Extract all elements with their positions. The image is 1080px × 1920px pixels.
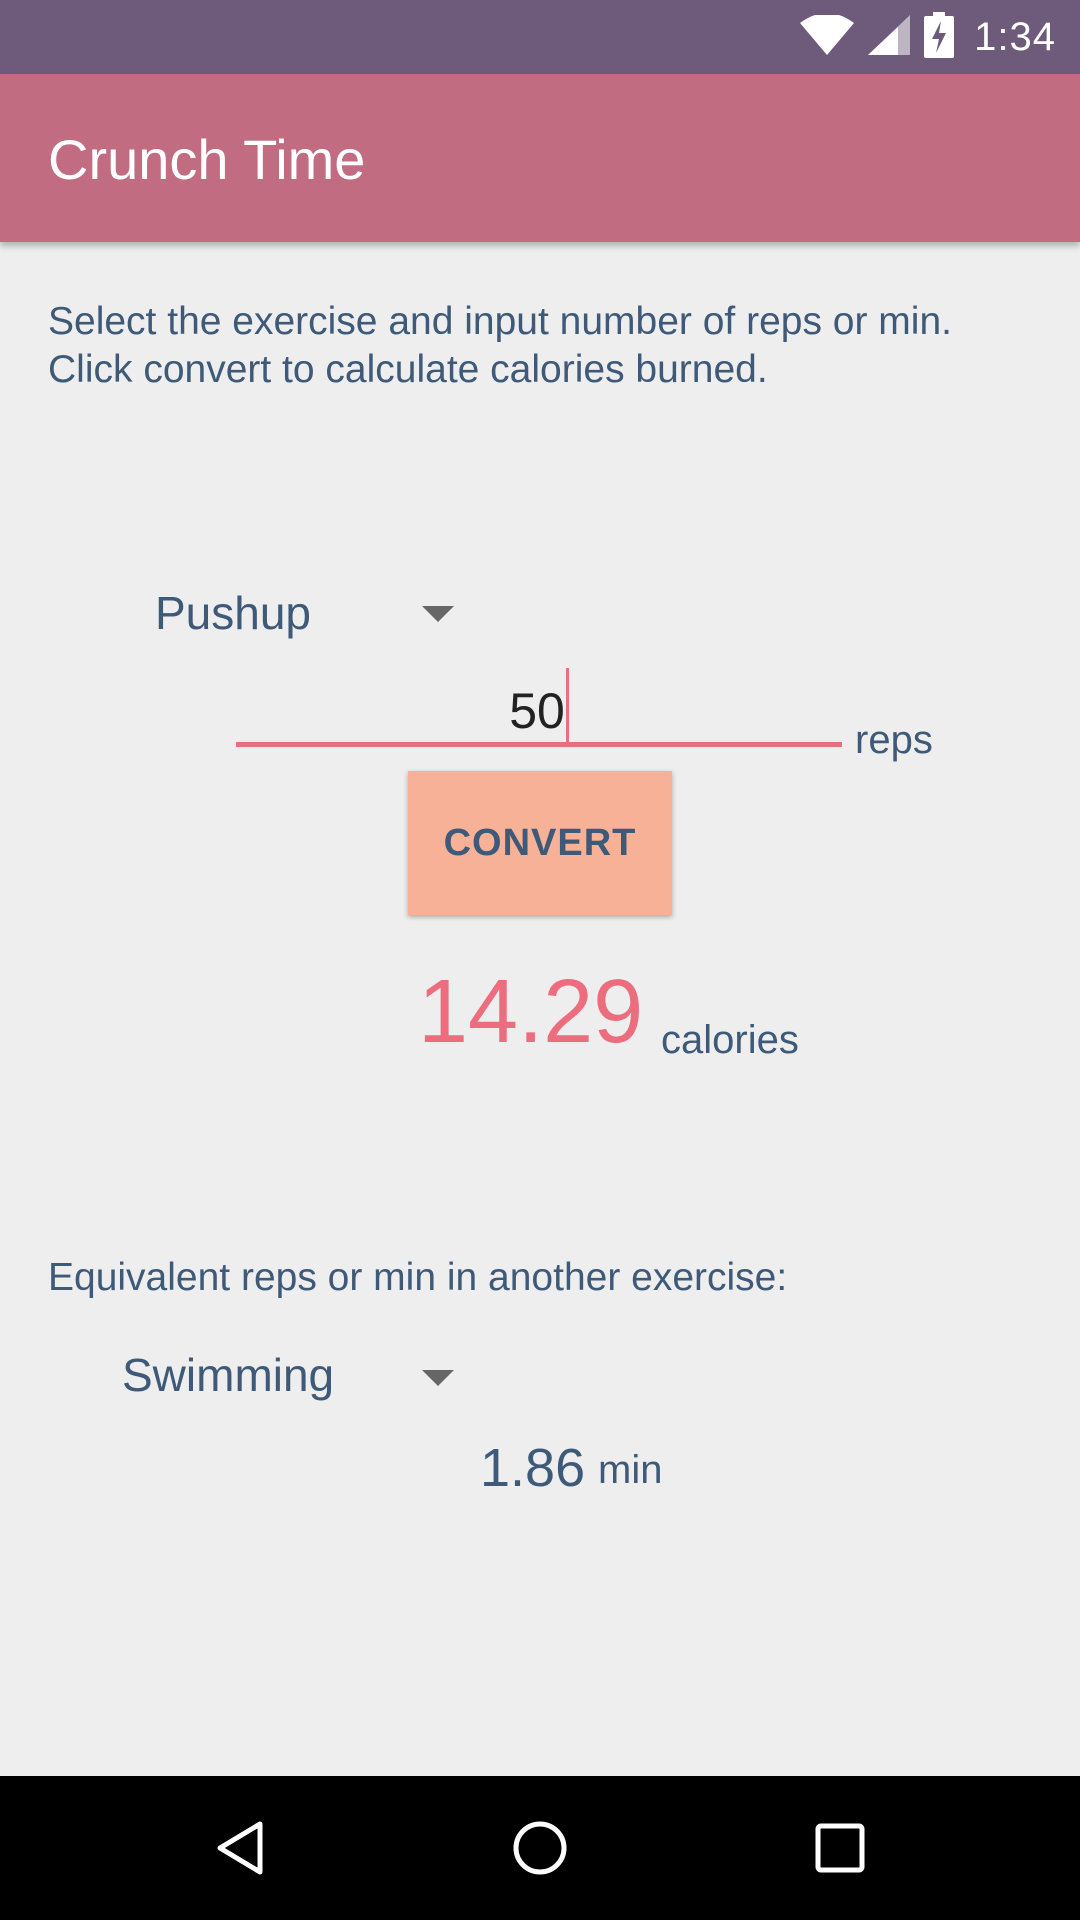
equivalent-spinner-label: Swimming [122,1349,335,1401]
equivalent-label: Equivalent reps or min in another exerci… [48,1256,788,1299]
reps-input-value: 50 [509,683,565,739]
text-cursor [565,668,569,742]
wifi-icon [800,12,855,60]
status-time: 1:34 [974,14,1056,59]
app-bar: Crunch Time [0,74,1080,242]
convert-button[interactable]: CONVERT [408,771,672,915]
input-underline [236,742,842,747]
navigation-bar [0,1776,1080,1920]
equivalent-value: 1.86 [480,1438,586,1498]
battery-charging-icon [924,11,955,63]
instructions-text: Select the exercise and input number of … [48,298,1048,394]
dropdown-arrow-icon [422,1370,454,1386]
calories-unit-label: calories [661,1018,799,1062]
instructions-line-2: Click convert to calculate calories burn… [48,348,768,391]
cell-signal-icon [868,14,911,60]
reps-input[interactable]: 50 [236,656,842,750]
equivalent-exercise-spinner[interactable]: Swimming [122,1348,454,1402]
home-button[interactable] [500,1808,580,1888]
calories-value: 14.29 [418,962,644,1062]
home-icon [513,1821,567,1875]
reps-unit-label: reps [855,718,933,762]
back-button[interactable] [200,1808,280,1888]
status-bar: 1:34 [0,0,1080,74]
exercise-spinner-label: Pushup [155,587,312,639]
equivalent-unit-label: min [598,1448,663,1492]
exercise-spinner[interactable]: Pushup [155,586,454,640]
recents-icon [815,1823,865,1873]
instructions-line-1: Select the exercise and input number of … [48,300,952,343]
dropdown-arrow-icon [422,606,454,622]
app-title: Crunch Time [48,128,366,191]
app-screen: 1:34 Crunch Time Select the exercise and… [0,0,1080,1920]
back-icon [217,1821,263,1875]
status-icons: 1:34 [800,0,1056,74]
recents-button[interactable] [800,1808,880,1888]
reps-input-field[interactable]: 50 [236,668,842,743]
